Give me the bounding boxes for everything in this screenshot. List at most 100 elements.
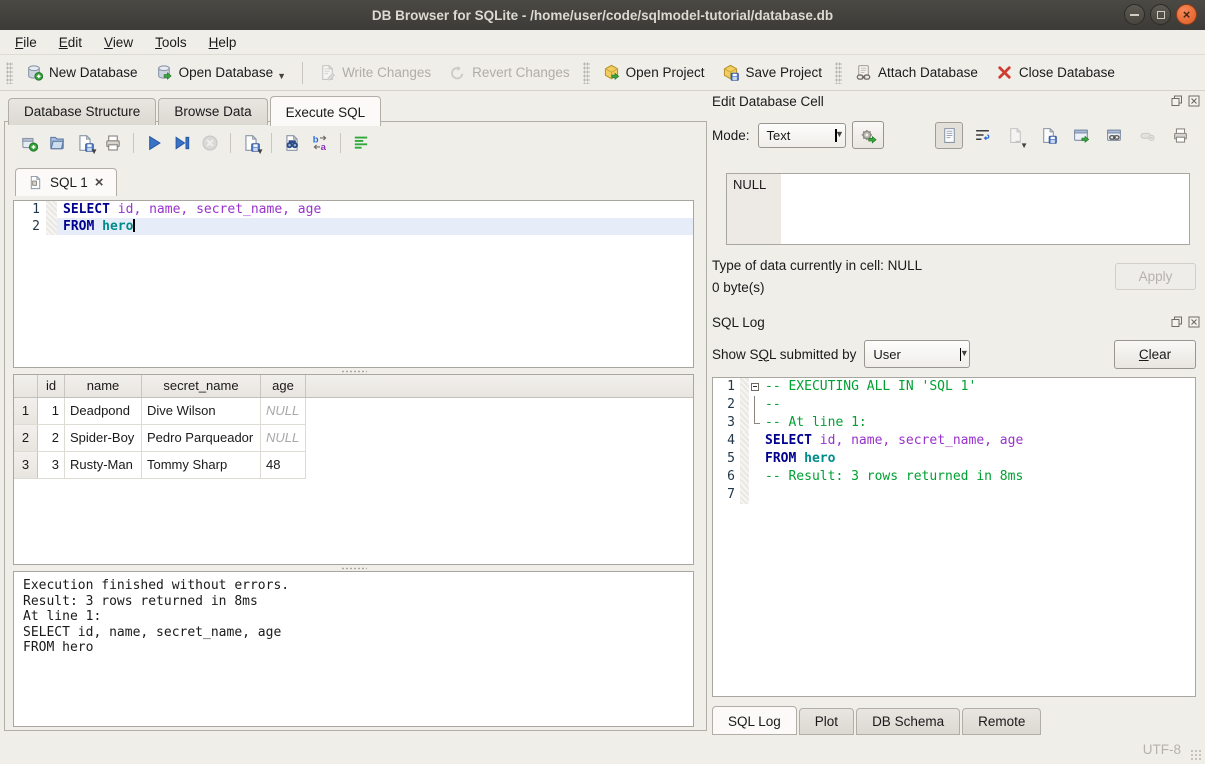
save-results-button[interactable]: ▼ xyxy=(237,131,265,155)
attach-database-button[interactable]: Attach Database xyxy=(846,59,987,86)
column-header-age[interactable]: age xyxy=(261,375,306,397)
maximize-icon[interactable] xyxy=(1150,4,1171,25)
new-database-button[interactable]: New Database xyxy=(17,59,147,86)
main-toolbar: New DatabaseOpen Database▼ Write ChangesR… xyxy=(0,55,1205,91)
open-in-external-icon xyxy=(1073,127,1090,144)
save-project-icon xyxy=(722,64,739,81)
execute-sql-panel: ▼ ▼ ba SQL 1 × 1SELECT id, name, secret_na… xyxy=(4,121,707,731)
close-dock-icon[interactable] xyxy=(1187,316,1200,329)
menu-help[interactable]: Help xyxy=(198,32,248,53)
tab-close-icon[interactable]: × xyxy=(95,177,104,189)
apply-button[interactable]: Apply xyxy=(1115,263,1196,290)
float-dock-icon[interactable] xyxy=(1170,316,1183,329)
stop-execution-icon xyxy=(201,134,219,152)
cell-value-editor[interactable]: NULL xyxy=(726,173,1190,245)
open-sql-file-button[interactable] xyxy=(43,131,71,155)
sql-tab-label: SQL 1 xyxy=(50,175,88,190)
minimize-icon[interactable] xyxy=(1124,4,1145,25)
table-cell[interactable]: 3 xyxy=(38,452,65,478)
print-sql-icon xyxy=(104,134,122,152)
copy-link-icon xyxy=(1106,127,1123,144)
print-cell-button[interactable] xyxy=(1166,122,1194,149)
word-wrap-button[interactable] xyxy=(968,122,996,149)
mode-select[interactable]: Text ▼ xyxy=(758,123,846,148)
tab-execute-sql[interactable]: Execute SQL xyxy=(270,96,382,126)
title-bar[interactable]: DB Browser for SQLite - /home/user/code/… xyxy=(0,0,1205,31)
chevron-down-icon[interactable]: ▼ xyxy=(90,147,98,156)
row-number[interactable]: 2 xyxy=(14,425,38,451)
dock-tab-plot[interactable]: Plot xyxy=(799,708,854,735)
menu-edit[interactable]: Edit xyxy=(48,32,93,53)
float-dock-icon[interactable] xyxy=(1170,95,1183,108)
toolbar-handle[interactable] xyxy=(835,62,842,84)
chevron-down-icon[interactable]: ▼ xyxy=(277,71,286,81)
table-cell[interactable]: Deadpond xyxy=(65,398,142,424)
table-cell[interactable]: Rusty-Man xyxy=(65,452,142,478)
table-cell[interactable]: NULL xyxy=(261,398,306,424)
row-number[interactable]: 1 xyxy=(14,398,38,424)
copy-link-button[interactable] xyxy=(1100,122,1128,149)
results-table: idnamesecret_nameage11DeadpondDive Wilso… xyxy=(13,374,694,565)
column-header-name[interactable]: name xyxy=(65,375,142,397)
toolbar-handle[interactable] xyxy=(6,62,13,84)
export-data-icon xyxy=(1040,127,1057,144)
table-cell[interactable]: Pedro Parqueador xyxy=(142,425,261,451)
menu-view[interactable]: View xyxy=(93,32,144,53)
print-sql-button[interactable] xyxy=(99,131,127,155)
tab-database-structure[interactable]: Database Structure xyxy=(8,98,156,125)
revert-changes-button[interactable]: Revert Changes xyxy=(440,59,579,86)
toolbar-handle[interactable] xyxy=(583,62,590,84)
find-button[interactable] xyxy=(278,131,306,155)
execute-all-button[interactable] xyxy=(140,131,168,155)
dock-tab-sql-log[interactable]: SQL Log xyxy=(712,706,797,735)
log-line-text: SELECT id, name, secret_name, age xyxy=(763,432,1023,450)
auto-apply-button[interactable] xyxy=(852,121,884,149)
close-icon[interactable]: × xyxy=(1176,4,1197,25)
sql-editor[interactable]: 1SELECT id, name, secret_name, age2FROM … xyxy=(13,200,694,368)
chevron-down-icon[interactable]: ▼ xyxy=(256,147,264,156)
column-header-secret-name[interactable]: secret_name xyxy=(142,375,261,397)
close-dock-icon[interactable] xyxy=(1187,95,1200,108)
close-database-button[interactable]: Close Database xyxy=(987,59,1124,86)
toolbar-separator xyxy=(133,133,134,153)
open-in-external-button[interactable] xyxy=(1067,122,1095,149)
resize-grip[interactable] xyxy=(1190,749,1202,761)
dock-tab-remote[interactable]: Remote xyxy=(962,708,1041,735)
table-cell[interactable]: Tommy Sharp xyxy=(142,452,261,478)
execute-current-line-button[interactable] xyxy=(168,131,196,155)
open-sql-tab-button[interactable] xyxy=(15,131,43,155)
table-cell[interactable]: 48 xyxy=(261,452,306,478)
table-cell[interactable]: Dive Wilson xyxy=(142,398,261,424)
row-number[interactable]: 3 xyxy=(14,452,38,478)
open-database-button[interactable]: Open Database▼ xyxy=(147,59,296,86)
menu-tools[interactable]: Tools xyxy=(144,32,198,53)
close-database-label: Close Database xyxy=(1019,65,1115,80)
fold-marker-icon[interactable] xyxy=(749,378,763,396)
svg-text:b: b xyxy=(313,134,319,145)
tab-browse-data[interactable]: Browse Data xyxy=(158,98,267,125)
sql-editor-tab[interactable]: SQL 1 × xyxy=(15,168,117,196)
clear-log-button[interactable]: Clear xyxy=(1114,340,1196,369)
fold-margin xyxy=(46,201,57,218)
set-null-button[interactable] xyxy=(1133,122,1161,149)
table-cell[interactable]: 1 xyxy=(38,398,65,424)
corner-header-cell[interactable] xyxy=(14,375,38,397)
format-sql-button[interactable] xyxy=(347,131,375,155)
log-source-select[interactable]: User ▼ xyxy=(864,340,970,368)
column-header-id[interactable]: id xyxy=(38,375,65,397)
import-data-button[interactable]: ▼ xyxy=(1001,122,1029,149)
sql-log-view[interactable]: 1-- EXECUTING ALL IN 'SQL 1'2--3-- At li… xyxy=(712,377,1196,697)
save-project-button[interactable]: Save Project xyxy=(713,59,831,86)
open-project-button[interactable]: Open Project xyxy=(594,59,714,86)
text-mode-button[interactable] xyxy=(935,122,963,149)
table-cell[interactable]: NULL xyxy=(261,425,306,451)
menu-file[interactable]: File xyxy=(4,32,48,53)
save-sql-file-button[interactable]: ▼ xyxy=(71,131,99,155)
write-changes-button[interactable]: Write Changes xyxy=(310,59,440,86)
table-cell[interactable]: 2 xyxy=(38,425,65,451)
table-cell[interactable]: Spider-Boy xyxy=(65,425,142,451)
find-replace-button[interactable]: ba xyxy=(306,131,334,155)
dock-tab-db-schema[interactable]: DB Schema xyxy=(856,708,960,735)
export-data-button[interactable] xyxy=(1034,122,1062,149)
stop-execution-button[interactable] xyxy=(196,131,224,155)
